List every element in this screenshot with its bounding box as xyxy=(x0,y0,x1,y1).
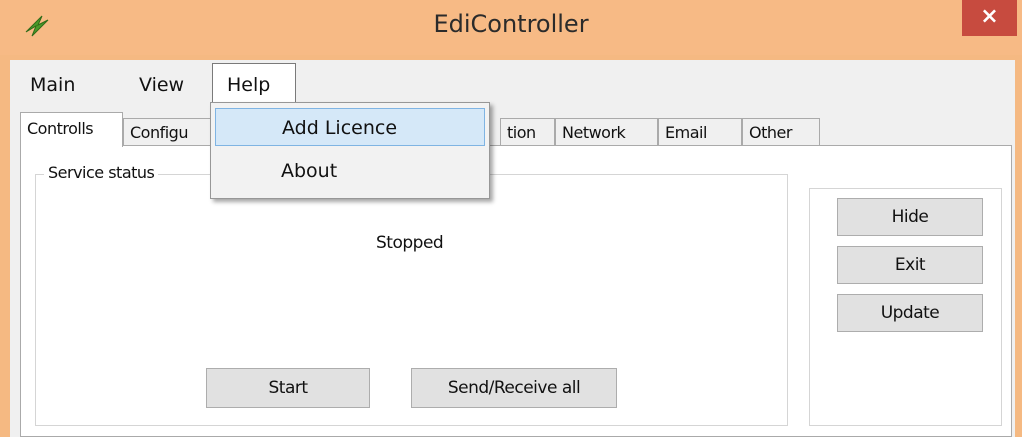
service-status-text: Stopped xyxy=(376,233,444,253)
menu-bar: Main View Help xyxy=(10,60,1015,104)
close-button[interactable]: × xyxy=(962,0,1017,36)
window-title: EdiController xyxy=(433,10,589,38)
update-button[interactable]: Update xyxy=(837,294,983,332)
menu-item-about-label: About xyxy=(281,160,338,182)
help-dropdown-menu: Add Licence About xyxy=(210,102,490,199)
hide-button[interactable]: Hide xyxy=(837,198,983,236)
menu-item-about[interactable]: About xyxy=(215,152,485,190)
menu-view[interactable]: View xyxy=(139,74,184,96)
tab-network[interactable]: Network xyxy=(555,118,658,146)
menu-help[interactable]: Help xyxy=(212,63,296,103)
exit-button[interactable]: Exit xyxy=(837,246,983,284)
service-status-group: Service status Stopped Start Send/Receiv… xyxy=(35,163,788,426)
menu-help-label: Help xyxy=(227,74,271,96)
tab-controlls[interactable]: Controlls xyxy=(20,112,123,147)
side-controls-panel: Hide Exit Update xyxy=(809,188,1002,426)
tab-configuration[interactable]: Configu xyxy=(123,118,213,146)
start-button[interactable]: Start xyxy=(206,368,370,408)
menu-main[interactable]: Main xyxy=(30,74,75,96)
tab-partial[interactable]: tion xyxy=(500,118,555,146)
send-receive-all-button[interactable]: Send/Receive all xyxy=(411,368,617,408)
menu-item-add-licence[interactable]: Add Licence xyxy=(215,108,485,146)
tab-other[interactable]: Other xyxy=(742,118,820,146)
client-area: Main View Help Controlls Configu tion Ne… xyxy=(10,60,1015,437)
service-status-label: Service status xyxy=(44,163,159,182)
title-bar[interactable]: EdiController × xyxy=(0,0,1022,55)
menu-item-add-licence-label: Add Licence xyxy=(282,117,398,139)
app-window: EdiController × Main View Help Controlls… xyxy=(0,0,1022,437)
tab-email[interactable]: Email xyxy=(658,118,742,146)
tab-panel-controlls: Service status Stopped Start Send/Receiv… xyxy=(20,145,1012,437)
